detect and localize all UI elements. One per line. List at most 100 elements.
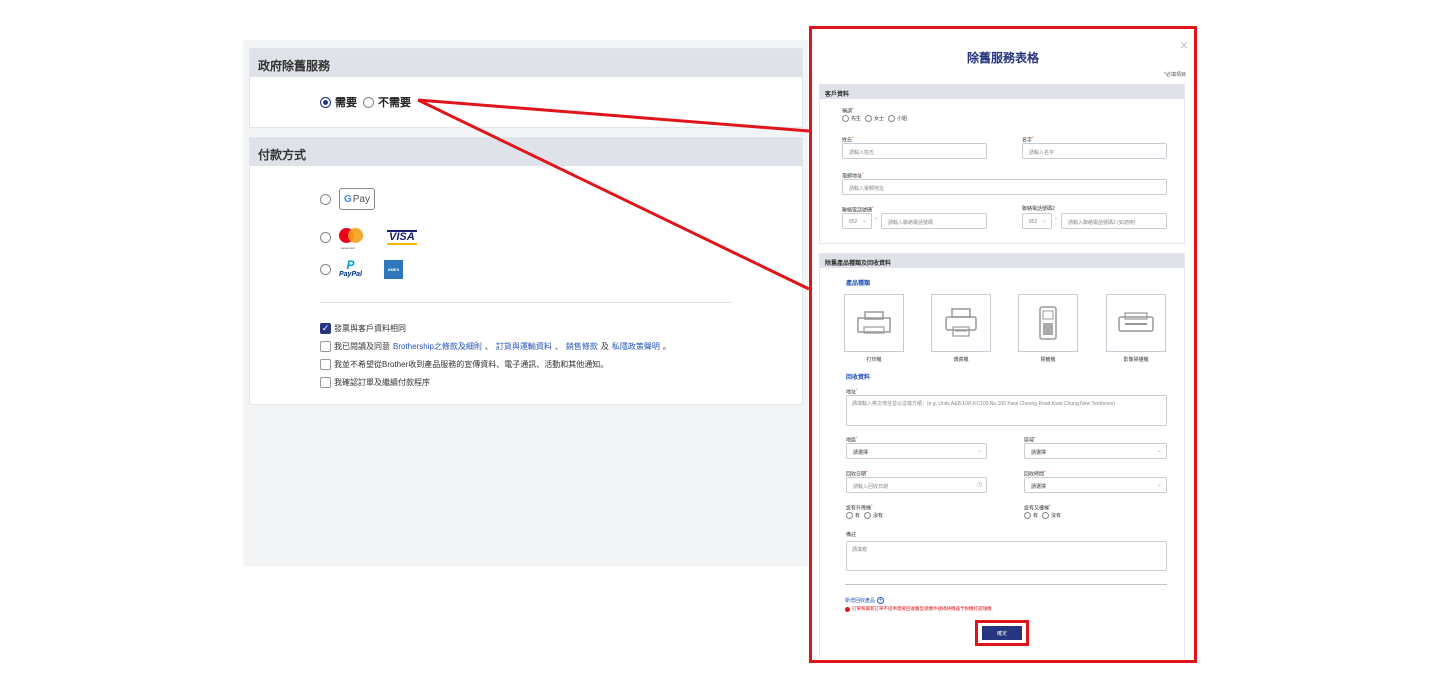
link-shipping-info[interactable]: 訂貨與運輸資料 <box>496 341 552 352</box>
gov-service-options: 需要 不需要 <box>320 94 413 110</box>
terms-post: 。 <box>662 341 671 351</box>
title-radio-mrs[interactable]: 女士 <box>865 115 884 122</box>
submit-highlight: 確定 <box>975 620 1029 646</box>
recycle-info-label: 回收資料 <box>846 375 871 381</box>
payment-heading: 付款方式 <box>250 138 802 166</box>
gov-service-card: 政府除舊服務 需要 不需要 <box>249 48 803 128</box>
plus-icon: + <box>877 597 885 604</box>
customer-heading: 客戶資料 <box>820 85 1184 99</box>
stairs-label: 設有又樓梯* <box>1024 503 1051 512</box>
payment-option-gpay[interactable]: G Pay <box>320 188 375 210</box>
radio-not-need[interactable] <box>363 96 374 108</box>
check-terms[interactable]: 我已閱讀及同意 Brothership之條款及細則 、 訂貨與運輸資料 、 銷售… <box>320 337 671 355</box>
terms-and: 及 <box>600 341 609 351</box>
link-privacy-policy[interactable]: 私隱政策聲明 <box>612 341 660 352</box>
product-printer-label: 打印機 <box>866 357 882 363</box>
phone2-input[interactable]: 請輸入聯絡電話號碼2 (如適用) <box>1061 213 1167 229</box>
chevron-down-icon: ⌄ <box>1156 482 1162 488</box>
stage: 政府除舊服務 需要 不需要 付款方式 G Pay mastercard VISA … <box>0 0 1440 683</box>
scanner-icon <box>1118 312 1154 332</box>
amex-icon: AMEX <box>383 260 403 279</box>
radio-not-need-label: 不需要 <box>378 97 411 109</box>
title-label: 稱謂* <box>842 106 854 115</box>
visa-icon: VISA <box>387 229 417 245</box>
close-icon[interactable]: × <box>1180 37 1188 53</box>
radio-need[interactable] <box>320 96 331 108</box>
chevron-down-icon: ⌄ <box>976 448 982 454</box>
required-note: *必填項目 <box>1164 72 1186 78</box>
time-select[interactable]: 請選擇 ⌄ <box>1024 477 1167 493</box>
date-input[interactable]: 請輸入回收日期 ◷ <box>846 477 987 493</box>
paypal-icon: P PayPal <box>339 257 362 278</box>
agreement-checks: ✓ 發票與客戶資料相同 我已閱讀及同意 Brothership之條款及細則 、 … <box>320 319 671 391</box>
check-confirm-order[interactable]: 我確認訂單及繼續付款程序 <box>320 373 671 391</box>
terms-sep2: 、 <box>554 341 563 351</box>
phone2-code-select[interactable]: 852 ⌄ <box>1022 213 1052 229</box>
mastercard-text: mastercard <box>340 246 356 250</box>
product-printer[interactable] <box>844 294 904 352</box>
checkbox-terms[interactable] <box>320 340 331 352</box>
gov-service-heading: 政府除舊服務 <box>250 49 802 77</box>
link-brothership-terms[interactable]: Brothership之條款及細則 <box>393 341 482 352</box>
phone2-label: 聯絡電話號碼2 <box>1022 206 1055 212</box>
radio-gpay[interactable] <box>320 193 331 205</box>
product-label-maker[interactable] <box>1018 294 1078 352</box>
phone-input[interactable]: 請輸入聯絡電話號碼 <box>881 213 987 229</box>
check-marketing-optout[interactable]: 我並不希望從Brother收到產品服務的宣傳資料、電子通訊、活動和其他通知。 <box>320 355 671 373</box>
terms-sep1: 、 <box>484 341 493 351</box>
lift-radio-no[interactable]: 沒有 <box>864 512 883 519</box>
chevron-down-icon: ⌄ <box>1041 218 1047 224</box>
address-input[interactable]: 請填輸入英文地址並以這樣方順：(e.g. Units A&B,10/F,KC10… <box>846 395 1167 426</box>
checkbox-invoice-same[interactable]: ✓ <box>320 322 331 334</box>
product-type-label: 產品種類 <box>846 281 871 287</box>
stairs-radio-no[interactable]: 沒有 <box>1042 512 1061 519</box>
phone2-dash: - <box>1055 216 1057 222</box>
lift-label: 設有升降機* <box>846 503 873 512</box>
product-label-maker-label: 標籤機 <box>1040 357 1056 363</box>
lift-radio-yes[interactable]: 有 <box>846 512 860 519</box>
checkbox-confirm-order[interactable] <box>320 376 331 388</box>
check-confirm-label: 我確認訂單及繼續付款程序 <box>334 377 430 387</box>
link-sales-terms[interactable]: 銷售條款 <box>566 341 598 352</box>
name-input[interactable]: 請輸入名字 <box>1022 143 1167 159</box>
surname-input[interactable]: 請輸入姓氏 <box>842 143 987 159</box>
check-marketing-label: 我並不希望從Brother收到產品服務的宣傳資料、電子通訊、活動和其他通知。 <box>334 359 609 369</box>
radio-card[interactable] <box>320 231 331 243</box>
gpay-icon: G Pay <box>339 188 375 210</box>
product-scanner[interactable] <box>1106 294 1166 352</box>
district-select[interactable]: 請選擇 ⌄ <box>1024 443 1167 459</box>
stairs-radio-yes[interactable]: 有 <box>1024 512 1038 519</box>
modal-title: 除舊服務表格 <box>966 51 1039 65</box>
add-more-link[interactable]: 新增回收產品 + <box>845 597 885 604</box>
title-radio-mr[interactable]: 先生 <box>842 115 861 122</box>
checkbox-marketing-optout[interactable] <box>320 358 331 370</box>
remark-input[interactable]: 請填寫 <box>846 541 1167 571</box>
fax-icon <box>945 308 977 337</box>
label-maker-icon <box>1039 306 1057 340</box>
product-scanner-label: 影像掃描機 <box>1123 357 1149 363</box>
customer-section: 客戶資料 稱謂* 先生 女士 小姐 姓氏* 請輸入姓氏 名字* 請輸入名字 電郵… <box>819 84 1185 244</box>
warning-note: 訂單和最新訂單不提供需要回收舊型號機件號碼將機器予製機打認隨機 <box>845 606 992 612</box>
chevron-down-icon: ⌄ <box>1156 448 1162 454</box>
alert-icon <box>845 606 850 612</box>
phone-dash: - <box>875 216 877 222</box>
paypal-text: PayPal <box>339 270 362 278</box>
remark-label: 備註 <box>846 532 857 538</box>
product-fax-label: 傳真機 <box>953 357 969 363</box>
calendar-icon: ◷ <box>976 482 982 488</box>
region-select[interactable]: 請選擇 ⌄ <box>846 443 987 459</box>
printer-icon <box>857 311 891 334</box>
title-radio-miss[interactable]: 小姐 <box>888 115 907 122</box>
check-invoice-same[interactable]: ✓ 發票與客戶資料相同 <box>320 319 671 337</box>
payment-option-paypal-amex[interactable]: P PayPal AMEX <box>320 257 403 279</box>
terms-pre: 我已閱讀及同意 <box>334 341 390 351</box>
payment-card: 付款方式 G Pay mastercard VISA P PayPal AMEX ✓… <box>249 137 803 405</box>
payment-option-card[interactable]: mastercard VISA <box>320 228 417 250</box>
radio-need-label: 需要 <box>335 97 357 109</box>
phone-code-select[interactable]: 852 ⌄ <box>842 213 872 229</box>
product-fax[interactable] <box>931 294 991 352</box>
radio-paypal[interactable] <box>320 264 331 275</box>
chevron-down-icon: ⌄ <box>861 218 867 224</box>
email-input[interactable]: 請輸入電郵地址 <box>842 179 1167 195</box>
confirm-button[interactable]: 確定 <box>982 626 1022 640</box>
